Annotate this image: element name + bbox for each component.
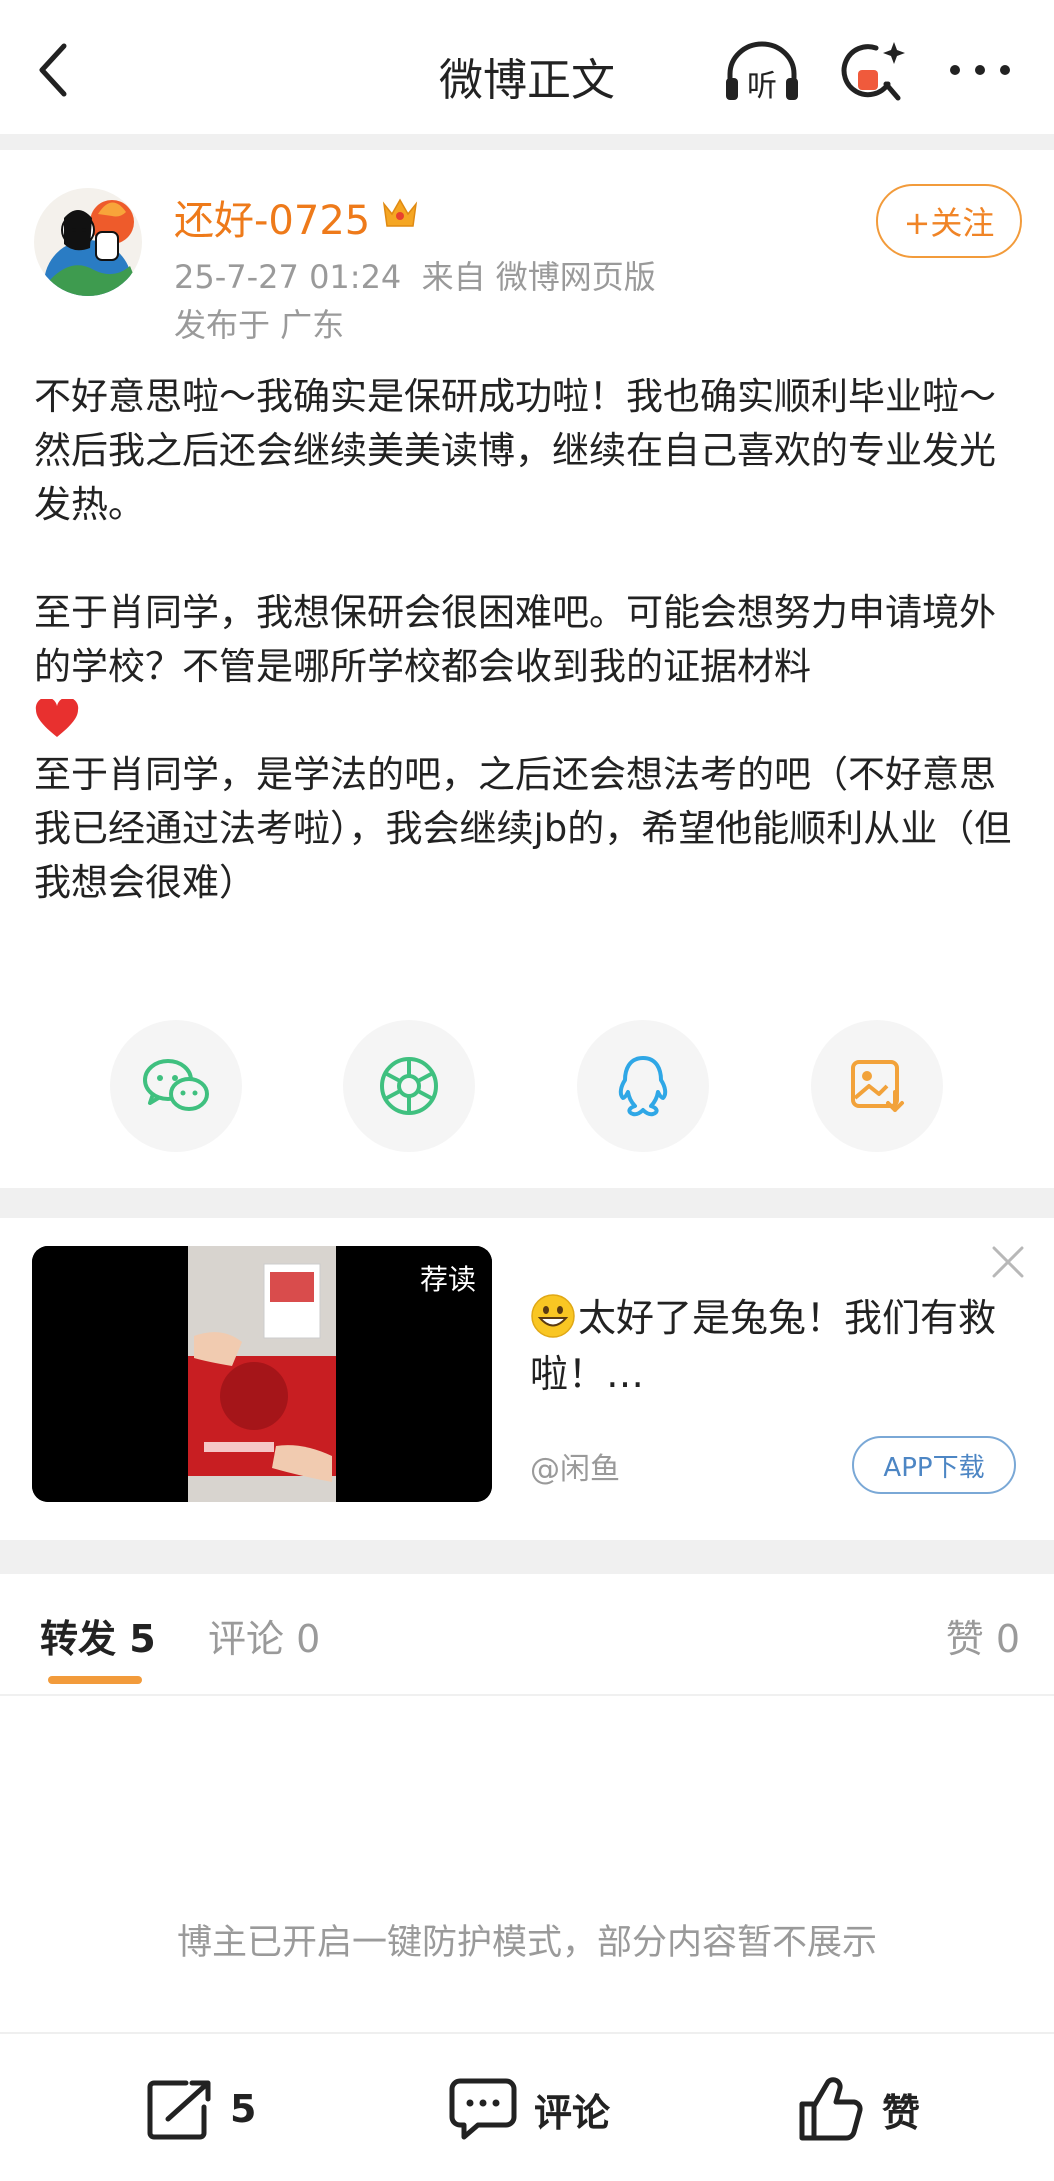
heart-icon [34,697,80,739]
grinning-emoji-icon [530,1293,576,1339]
share-wechat-button[interactable] [110,1020,242,1152]
save-image-icon [851,1060,904,1112]
close-icon[interactable] [990,1244,1026,1280]
repost-count: 5 [230,2087,257,2131]
tab-comment[interactable]: 评论 0 [208,1608,320,1663]
ai-search-icon[interactable] [838,36,908,106]
ad-source: @闲鱼 [530,1452,620,1487]
more-icon[interactable] [945,50,1015,90]
moments-icon [380,1057,438,1115]
crown-icon [380,194,420,232]
save-image-button[interactable] [811,1020,943,1152]
ad-video-thumbnail[interactable]: 荐读 [32,1246,492,1502]
interaction-tabs: 转发 5 评论 0 赞 0 [0,1574,1054,1694]
heart-line [34,694,1024,748]
listen-icon[interactable]: 听 [722,38,802,108]
top-bar: 微博正文 听 [0,0,1054,140]
tab-like[interactable]: 赞 0 [946,1608,1020,1663]
post-paragraph [34,532,1024,586]
username[interactable]: 还好-0725 [174,188,370,246]
repost-icon [147,2080,211,2140]
comment-button[interactable]: 评论 [448,2074,610,2144]
post-paragraph: 不好意思啦～我确实是保研成功啦！我也确实顺利毕业啦～ [34,375,996,418]
active-tab-indicator [48,1676,142,1684]
recommended-ad-card[interactable]: 荐读 太好了是兔兔！我们有救啦！… @闲鱼 APP下载 [0,1218,1054,1540]
post-location: 发布于 广东 [174,306,345,344]
share-moments-button[interactable] [343,1020,475,1152]
post-paragraph: 至于肖同学，是学法的吧，之后还会想法考的吧（不好意思我已经通过法考啦），我会继续… [34,753,1012,904]
protection-notice: 博主已开启一键防护模式，部分内容暂不展示 [176,1923,877,1963]
comment-icon [449,2078,517,2140]
divider [0,1694,1054,1696]
ad-badge: 荐读 [419,1263,476,1296]
like-button[interactable]: 赞 [796,2074,920,2144]
post-paragraph: 至于肖同学，我想保研会很困难吧。可能会想努力申请境外的学校？不管是哪所学校都会收… [34,591,996,688]
app-download-button[interactable]: APP下载 [852,1436,1016,1494]
wechat-icon [143,1059,209,1111]
like-label: 赞 [882,2090,921,2135]
thumbs-up-icon [799,2077,863,2141]
post-meta: 25-7-27 01:24 来自 微博网页版 [174,258,656,296]
repost-button[interactable]: 5 [146,2074,256,2144]
divider [0,1188,1054,1218]
avatar[interactable] [34,188,142,296]
ad-title[interactable]: 太好了是兔兔！我们有救啦！… [530,1290,1020,1402]
ad-title-text: 太好了是兔兔！我们有救啦！… [530,1296,997,1396]
listen-label: 听 [747,69,777,104]
tab-repost[interactable]: 转发 5 [40,1608,156,1663]
comment-label: 评论 [534,2090,611,2135]
divider [0,134,1054,150]
share-qq-button[interactable] [577,1020,709,1152]
post-paragraph: 然后我之后还会继续美美读博，继续在自己喜欢的专业发光发热。 [34,429,996,526]
follow-button[interactable]: +关注 [876,184,1022,258]
divider [0,1540,1054,1574]
bottom-action-bar: 5 评论 赞 [0,2032,1054,2181]
post-content: 不好意思啦～我确实是保研成功啦！我也确实顺利毕业啦～ 然后我之后还会继续美美读博… [34,370,1024,910]
qq-icon [618,1056,668,1117]
